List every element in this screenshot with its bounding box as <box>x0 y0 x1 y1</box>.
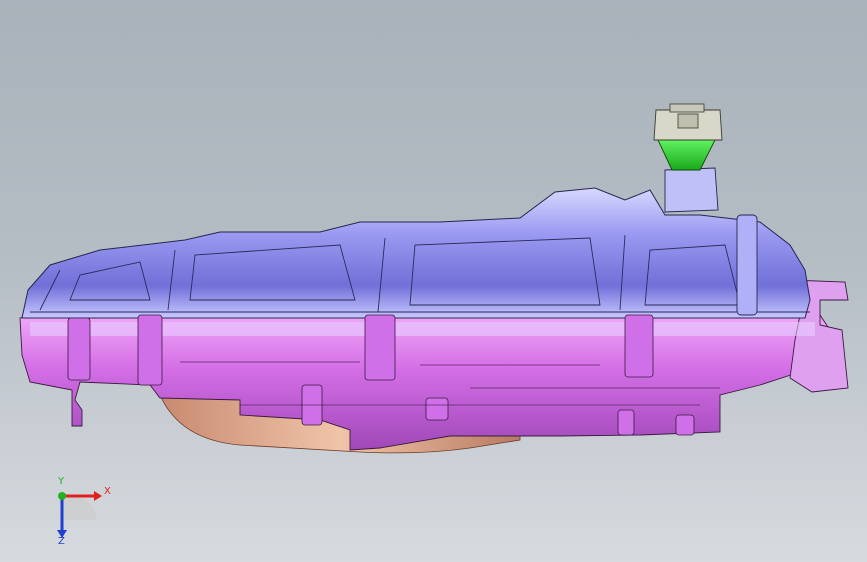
boss-8 <box>617 409 635 436</box>
boss-3 <box>364 314 396 381</box>
filler-housing <box>664 167 719 213</box>
boss-1 <box>67 317 91 381</box>
3d-viewport[interactable]: X Y Z <box>0 0 867 562</box>
boss-4 <box>624 314 654 378</box>
vent-pipe <box>736 214 758 316</box>
z-axis-label: Z <box>58 536 65 547</box>
filler-neck <box>657 139 716 171</box>
y-axis-label: Y <box>58 476 65 487</box>
x-axis-label: X <box>104 486 111 497</box>
coordinate-triad: X Y Z <box>44 476 114 550</box>
fuel-tank-model[interactable] <box>0 0 867 562</box>
boss-7 <box>675 414 695 436</box>
y-axis <box>58 492 66 500</box>
boss-2 <box>137 314 163 386</box>
boss-6 <box>425 397 449 421</box>
